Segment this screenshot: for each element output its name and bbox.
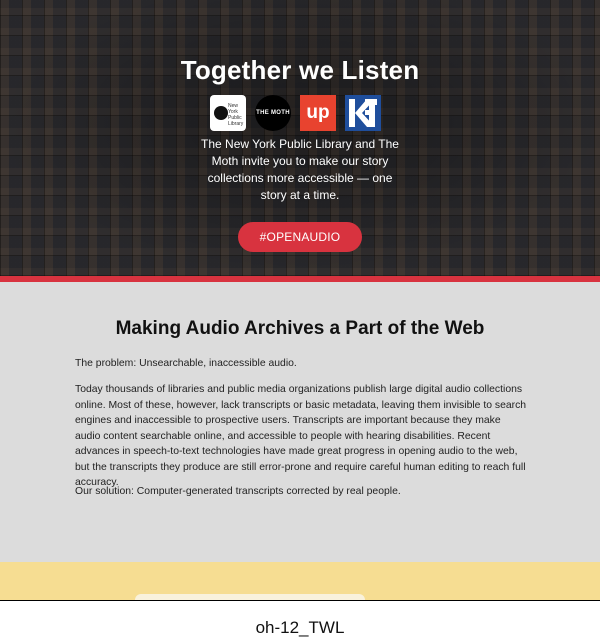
bottom-rule (0, 600, 600, 601)
skyline-icon (278, 562, 322, 564)
moth-logo-text: THE MOTH (256, 110, 290, 116)
nypl-logo-icon[interactable]: New York Public Library (210, 95, 246, 131)
partner-logos: New York Public Library THE MOTH up (210, 95, 382, 131)
kf-logo-mark (345, 95, 381, 131)
problem-text: The problem: Unsearchable, inaccessible … (75, 358, 297, 369)
section-title: Making Audio Archives a Part of the Web (115, 318, 485, 339)
solution-text: Our solution: Computer-generated transcr… (75, 486, 401, 497)
hero-title: Together we Listen (180, 55, 420, 85)
lion-mark (214, 106, 228, 120)
moth-logo-icon[interactable]: THE MOTH (255, 95, 291, 131)
up-logo-text: up (306, 102, 330, 123)
nypl-logo-text: New York Public Library (228, 103, 244, 127)
hero-description: The New York Public Library and The Moth… (201, 137, 399, 202)
content-section: Making Audio Archives a Part of the Web … (0, 282, 600, 562)
footer-band (0, 562, 600, 600)
openaudio-button[interactable]: #OPENAUDIO (238, 222, 362, 252)
hero-section: Together we Listen New York Public Libra… (0, 0, 600, 276)
image-caption: oh-12_TWL (255, 618, 345, 637)
up-logo-icon[interactable]: up (300, 95, 336, 131)
body-text: Today thousands of libraries and public … (75, 384, 527, 488)
kf-logo-icon[interactable] (345, 95, 381, 131)
